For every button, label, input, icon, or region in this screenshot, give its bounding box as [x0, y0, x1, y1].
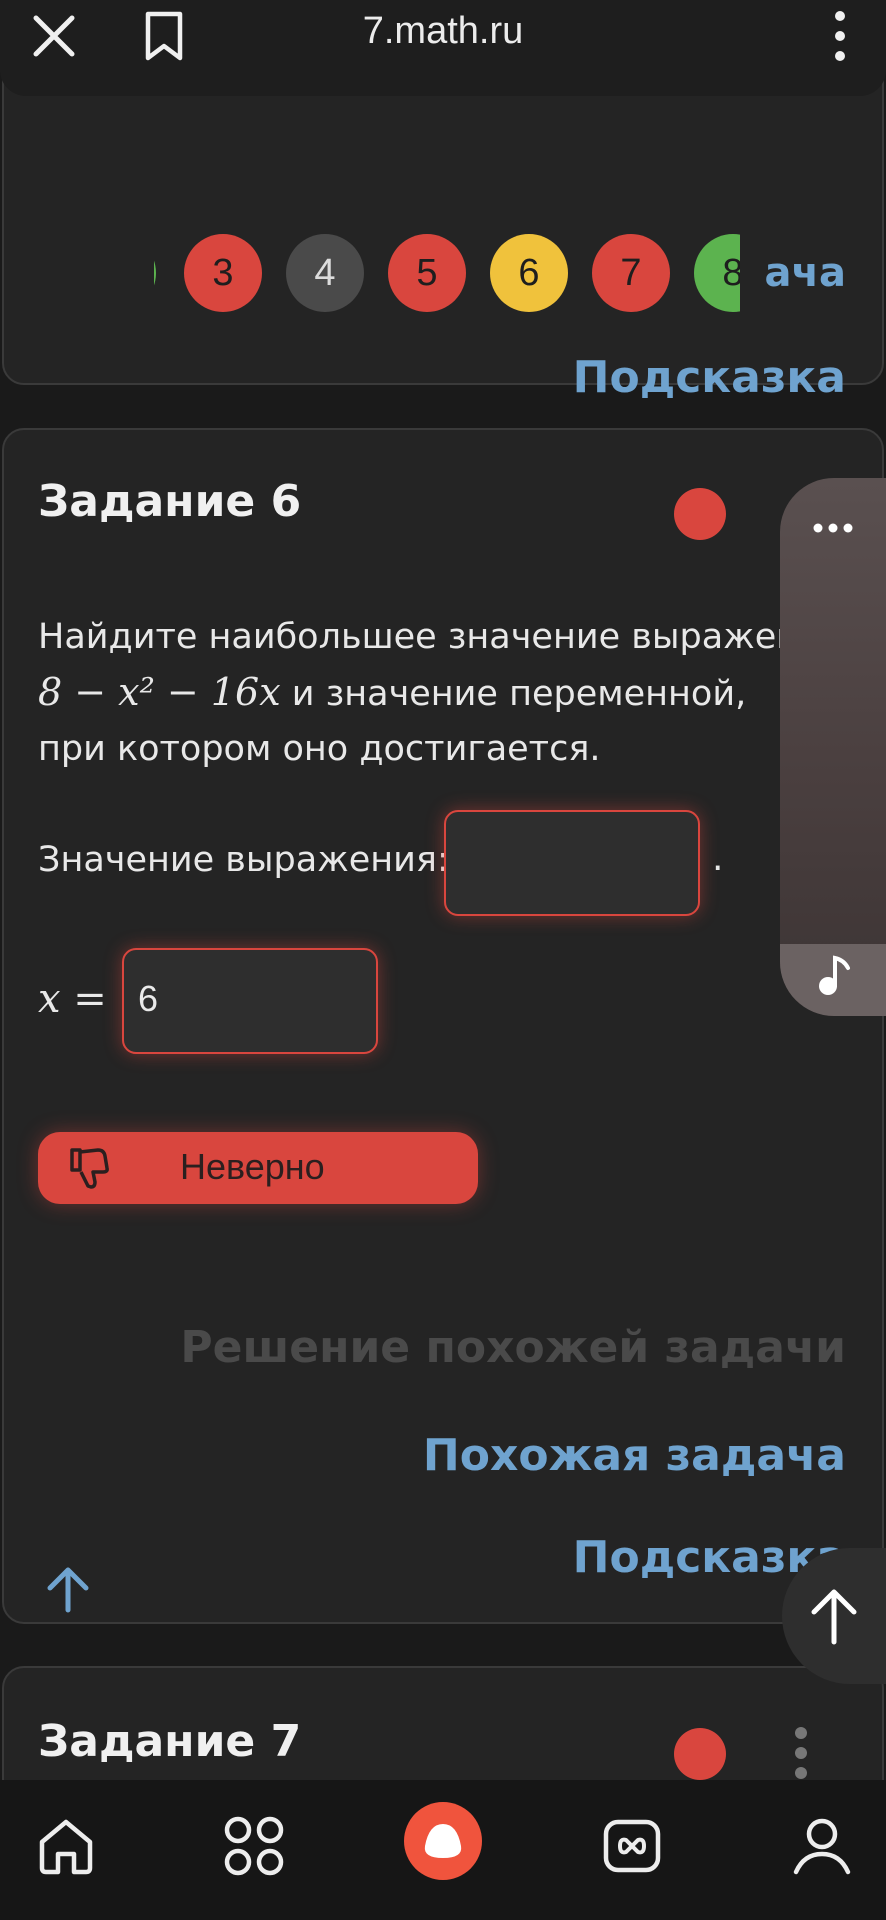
- attempt-circle[interactable]: 5: [388, 234, 466, 312]
- similar-task-link[interactable]: ача: [765, 250, 846, 296]
- sentence-period: .: [712, 838, 724, 879]
- attempt-circle[interactable]: 8: [694, 234, 740, 312]
- music-note-icon[interactable]: [814, 954, 854, 998]
- attempt-circle[interactable]: 3: [184, 234, 262, 312]
- more-dots-icon[interactable]: [812, 522, 854, 534]
- attempt-indicators: 3 4 5 6 7 8: [154, 234, 740, 314]
- x-value-input[interactable]: 6: [122, 948, 378, 1054]
- attempt-circle[interactable]: 6: [490, 234, 568, 312]
- problem-line-2-text: и значение переменной,: [280, 674, 747, 714]
- task-title: Задание 6: [38, 476, 302, 527]
- home-icon[interactable]: [34, 1814, 98, 1878]
- similar-solution-link[interactable]: Решение похожей задачи: [180, 1322, 846, 1373]
- profile-icon[interactable]: [790, 1814, 854, 1878]
- hint-link[interactable]: Подсказка: [573, 352, 846, 403]
- task-title: Задание 7: [38, 1716, 302, 1767]
- browser-toolbar: 7.math.ru: [0, 0, 886, 96]
- status-indicator: [674, 1728, 726, 1780]
- url-bar[interactable]: 7.math.ru: [0, 10, 886, 53]
- similar-task-link[interactable]: Похожая задача: [423, 1430, 846, 1481]
- attempt-circle[interactable]: 4: [286, 234, 364, 312]
- alice-icon: [424, 1824, 462, 1858]
- problem-line-2: 8 − x² − 16x и значение переменной,: [38, 665, 828, 722]
- menu-kebab-icon[interactable]: [830, 8, 850, 64]
- floating-side-panel[interactable]: [780, 478, 886, 1016]
- arrow-up-icon: [811, 1589, 857, 1645]
- verdict-text: Неверно: [180, 1146, 325, 1187]
- problem-line-1: Найдите наибольшее значение выражени: [38, 617, 822, 657]
- status-indicator: [674, 488, 726, 540]
- bottom-navigation: [0, 1780, 886, 1920]
- expression-value-input[interactable]: [444, 810, 700, 916]
- alice-assistant-button[interactable]: [404, 1802, 482, 1880]
- expression-value-label: Значение выражения:: [38, 840, 449, 880]
- options-kebab-icon[interactable]: [794, 1726, 808, 1780]
- attempt-circle[interactable]: 7: [592, 234, 670, 312]
- arrow-up-icon[interactable]: [42, 1562, 94, 1614]
- problem-text: Найдите наибольшее значение выражени 8 −…: [38, 610, 828, 777]
- infinity-tab-icon[interactable]: [600, 1814, 664, 1878]
- problem-line-3: при котором оно достигается.: [38, 729, 601, 769]
- task-card-6: Задание 6 Найдите наибольшее значение вы…: [2, 428, 884, 1624]
- task-card-previous: 3 4 5 6 7 8 ача Подсказка: [2, 60, 884, 403]
- thumbs-down-icon: [70, 1148, 109, 1189]
- apps-grid-icon[interactable]: [222, 1814, 286, 1878]
- x-variable-label: x =: [38, 976, 107, 1022]
- problem-expression: 8 − x² − 16x: [38, 670, 281, 714]
- incorrect-badge: Неверно: [38, 1132, 478, 1204]
- attempt-circle-partial: [154, 234, 156, 312]
